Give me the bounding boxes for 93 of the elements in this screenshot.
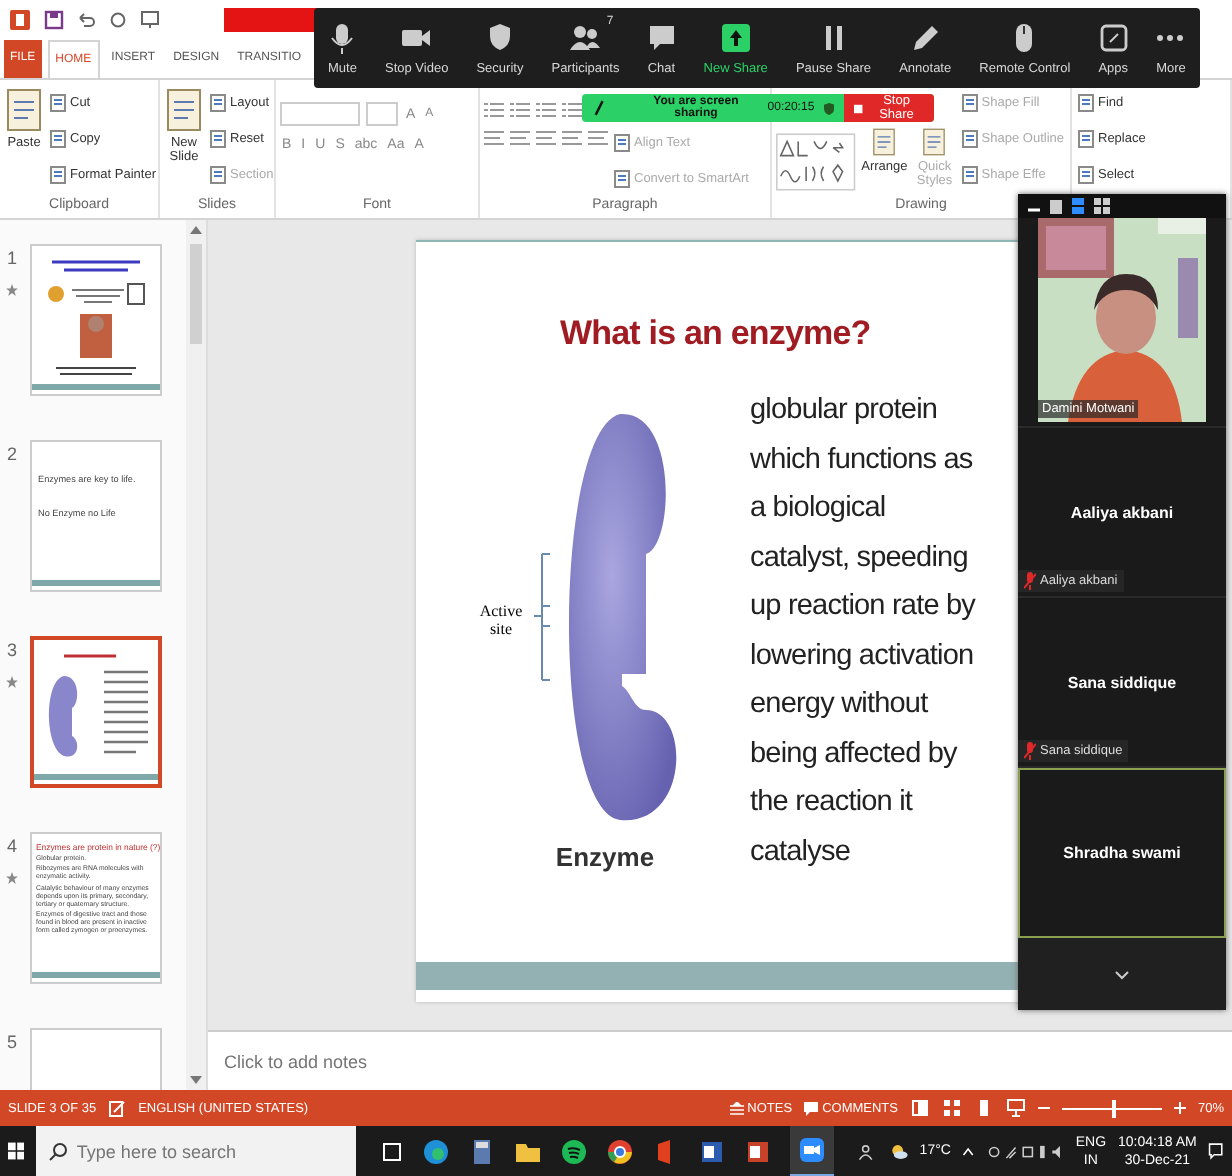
normal-view-icon[interactable]	[909, 1098, 930, 1119]
slide-number: 3	[6, 640, 17, 661]
document-icon	[1078, 93, 1094, 112]
mouse-icon	[1014, 21, 1035, 53]
document-icon	[961, 129, 978, 148]
undo-icon[interactable]	[76, 9, 96, 30]
zoom-slider-thumb[interactable]	[1111, 1099, 1116, 1118]
pause-icon	[821, 23, 846, 51]
align-icon[interactable]	[536, 130, 556, 147]
align-icon[interactable]	[510, 130, 530, 147]
edge-browser-icon[interactable]	[422, 1137, 451, 1165]
document-icon	[614, 133, 630, 152]
document-icon	[614, 169, 630, 188]
participant-name: Aaliya akbani	[1070, 503, 1174, 521]
video-call-app-icon[interactable]	[798, 1135, 827, 1163]
taskbar-search-box[interactable]: Type here to search	[36, 1126, 357, 1176]
align-icon[interactable]	[484, 130, 504, 147]
participant-name: Sana siddique	[1067, 673, 1177, 691]
scrollbar-thumb[interactable]	[190, 244, 202, 345]
notification-icon[interactable]	[1208, 1140, 1224, 1162]
presentation-icon[interactable]	[140, 9, 160, 30]
pen-icon	[911, 23, 940, 51]
music-app-icon[interactable]	[560, 1137, 589, 1165]
chevron-down-icon[interactable]	[1114, 969, 1130, 979]
apps-icon	[1099, 23, 1128, 51]
shield-icon	[824, 101, 835, 115]
slide-thumbnail[interactable]	[30, 244, 162, 397]
powerpoint-icon[interactable]	[744, 1137, 773, 1165]
microphone-icon	[328, 21, 357, 53]
chrome-browser-icon[interactable]	[606, 1137, 635, 1165]
participant-name: Shradha swami	[1063, 844, 1181, 862]
document-icon	[50, 165, 66, 184]
search-icon	[48, 1141, 69, 1161]
document-icon	[1078, 165, 1094, 184]
slide-thumbnail[interactable]	[30, 636, 162, 789]
weather-icon[interactable]	[889, 1139, 908, 1163]
zoom-in-icon[interactable]	[1173, 1102, 1186, 1115]
comment-icon	[804, 1101, 819, 1116]
spelling-icon[interactable]	[108, 1099, 127, 1118]
font-name-field[interactable]	[280, 102, 360, 127]
participants-icon	[569, 23, 602, 51]
slide-number: 2	[6, 444, 17, 465]
more-icon	[1156, 33, 1185, 41]
slide-title: What is an enzyme?	[560, 314, 873, 355]
document-icon	[1078, 129, 1094, 148]
document-icon	[50, 93, 66, 112]
figure-caption: Enzyme	[555, 842, 655, 873]
word-icon[interactable]	[698, 1137, 727, 1165]
participant-tile[interactable]: Shradha swami	[1018, 768, 1226, 938]
list-icon[interactable]	[510, 102, 530, 119]
document-icon	[872, 128, 897, 157]
document-icon	[961, 93, 978, 112]
slide-sorter-icon[interactable]	[941, 1098, 962, 1119]
notes-icon	[729, 1101, 744, 1116]
single-view-icon[interactable]	[1050, 199, 1062, 213]
document-icon	[166, 88, 202, 133]
figure-label: Active site	[477, 602, 525, 639]
align-icon[interactable]	[562, 130, 582, 147]
chevron-up-icon[interactable]	[962, 1145, 976, 1157]
slide-number: 5	[6, 1032, 17, 1053]
font-size-field[interactable]	[366, 102, 398, 127]
shield-icon	[487, 22, 512, 52]
strip-view-icon[interactable]	[1072, 198, 1084, 214]
document-icon	[210, 129, 226, 148]
slide-thumbnail[interactable]	[30, 832, 162, 985]
taskbar-search-field[interactable]: Type here to search	[76, 1141, 357, 1161]
share-screen-icon	[721, 23, 750, 51]
chat-icon	[647, 23, 676, 51]
list-icon[interactable]	[484, 102, 504, 119]
zoom-out-icon[interactable]	[1037, 1102, 1050, 1115]
list-icon[interactable]	[536, 102, 556, 119]
document-icon	[6, 88, 42, 133]
stop-icon	[854, 103, 864, 113]
windows-start-icon[interactable]	[8, 1140, 25, 1162]
powerpoint-logo-icon	[8, 7, 32, 32]
camera-icon	[400, 25, 433, 49]
notes-field[interactable]: Click to add notes	[220, 1047, 508, 1076]
document-icon	[210, 165, 226, 184]
document-icon	[961, 165, 978, 184]
grid-view-icon[interactable]	[1094, 198, 1110, 214]
people-icon[interactable]	[858, 1139, 878, 1163]
slide-body-text: globular protein which functions as a biological catalyst, speeding up reaction rate by lowering activation energy without being affected by the reaction it catalyse	[750, 392, 978, 872]
tray-icons-drawing[interactable]	[987, 1141, 1064, 1161]
align-icon[interactable]	[588, 130, 608, 147]
slideshow-icon[interactable]	[1005, 1098, 1026, 1119]
slide-number: 4	[6, 836, 17, 857]
save-icon[interactable]	[44, 9, 64, 30]
document-icon	[50, 129, 66, 148]
slide-number: 1	[6, 248, 17, 269]
list-icon[interactable]	[562, 102, 582, 119]
document-icon	[922, 128, 947, 157]
task-view-icon[interactable]	[380, 1139, 405, 1163]
document-icon	[210, 93, 226, 112]
